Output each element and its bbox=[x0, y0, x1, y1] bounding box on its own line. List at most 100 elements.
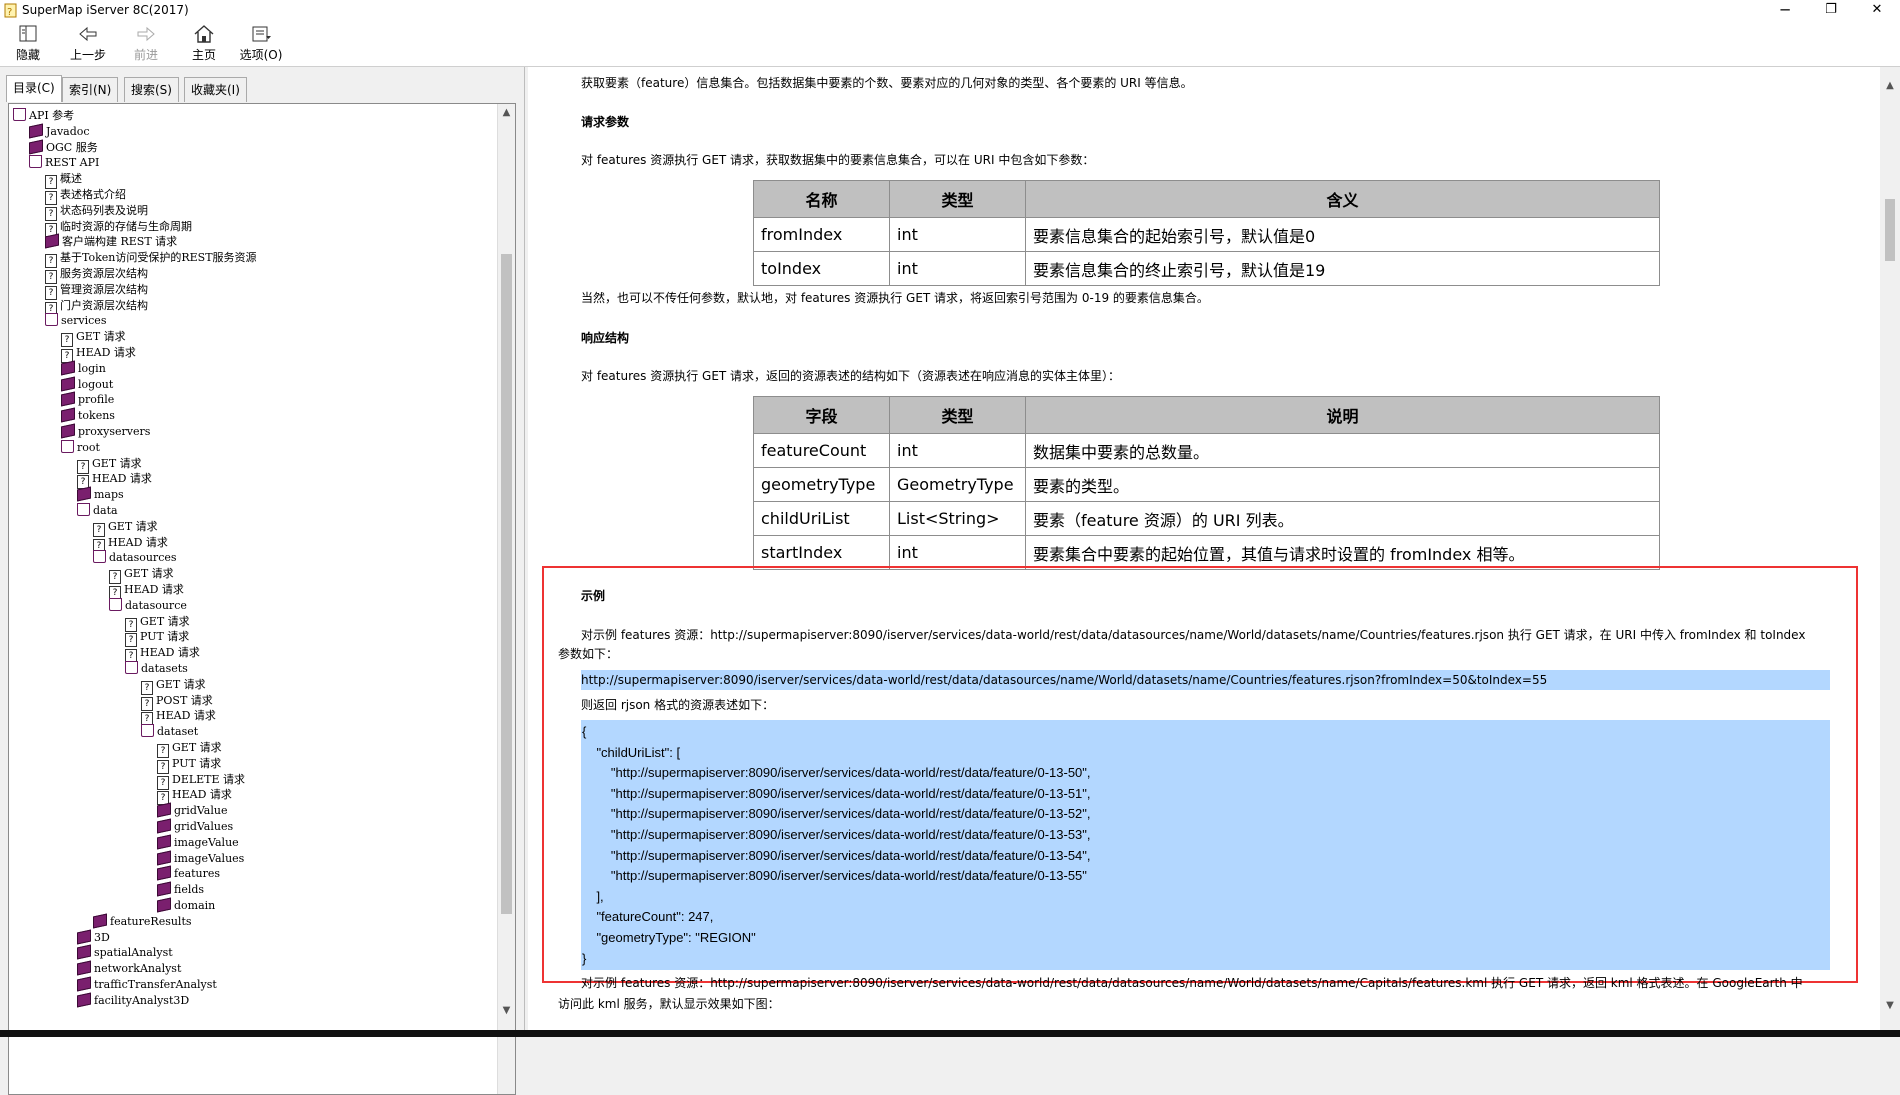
hide-button[interactable]: 隐藏 bbox=[14, 24, 42, 64]
tree-item[interactable]: fields bbox=[157, 881, 204, 897]
tree-item[interactable]: ? HEAD 请求 bbox=[141, 708, 216, 727]
tree-item[interactable]: ? 基于Token访问受保护的REST服务资源 bbox=[45, 250, 257, 269]
table-row: childUriList List<String> 要素（feature 资源）… bbox=[753, 501, 1660, 536]
tree-item[interactable]: ? HEAD 请求 bbox=[61, 345, 136, 363]
minimize-button[interactable]: ─ bbox=[1762, 0, 1808, 22]
forward-label: 前进 bbox=[133, 48, 158, 62]
tree-item[interactable]: ? GET 请求 bbox=[109, 566, 174, 585]
tree-item[interactable]: 3D bbox=[77, 929, 110, 945]
tree-item[interactable]: profile bbox=[61, 391, 114, 407]
tree-item[interactable]: domain bbox=[157, 897, 215, 913]
scroll-up-icon[interactable]: ▲ bbox=[1880, 77, 1900, 95]
tree-item[interactable]: ? GET 请求 bbox=[61, 329, 126, 348]
tree-item[interactable]: ? GET 请求 bbox=[77, 456, 142, 474]
content-scrollbar[interactable]: ▲ ▼ bbox=[1880, 67, 1900, 1037]
tree-item[interactable]: proxyservers bbox=[61, 423, 150, 439]
response-heading: 响应结构 bbox=[581, 331, 630, 345]
scroll-down-icon[interactable]: ▼ bbox=[1880, 997, 1900, 1015]
tree-item[interactable]: datasource bbox=[109, 597, 187, 613]
tree-item[interactable]: API 参考 bbox=[13, 108, 74, 123]
tree-item[interactable]: datasets bbox=[125, 661, 188, 676]
back-button[interactable]: 上一步 bbox=[68, 24, 108, 64]
tree-item[interactable]: root bbox=[61, 439, 100, 455]
tree-item[interactable]: dataset bbox=[141, 724, 198, 739]
table-cell: 要素（feature 资源）的 URI 列表。 bbox=[1025, 501, 1660, 536]
home-icon bbox=[192, 24, 216, 44]
options-label: 选项(O) bbox=[239, 48, 283, 62]
tree-item[interactable]: ? GET 请求 bbox=[125, 614, 190, 632]
tree-item[interactable]: featureResults bbox=[93, 913, 192, 929]
close-button[interactable]: ✕ bbox=[1854, 0, 1900, 22]
tree-item[interactable]: REST API bbox=[29, 155, 99, 170]
tree-item[interactable]: data bbox=[77, 503, 118, 518]
book-icon bbox=[157, 850, 171, 866]
tab-search[interactable]: 搜索(S) bbox=[124, 77, 179, 102]
tab-favorites[interactable]: 收藏夹(I) bbox=[184, 77, 247, 102]
tree-item[interactable]: spatialAnalyst bbox=[77, 944, 173, 960]
tree-scrollbar[interactable]: ▲ ▼ bbox=[497, 104, 515, 1094]
content-scroll-thumb[interactable] bbox=[1885, 199, 1895, 261]
tree-item[interactable]: trafficTransferAnalyst bbox=[77, 976, 217, 992]
tree-item-label: imageValue bbox=[174, 835, 239, 849]
tree-item[interactable]: ? DELETE 请求 bbox=[157, 772, 245, 790]
tree-item[interactable]: ? HEAD 请求 bbox=[157, 787, 232, 806]
tree-item[interactable]: ? HEAD 请求 bbox=[109, 582, 184, 600]
book-icon bbox=[157, 802, 171, 818]
tree-item[interactable]: gridValues bbox=[157, 818, 233, 834]
tree-item[interactable]: ? 状态码列表及说明 bbox=[45, 203, 148, 221]
tree-item[interactable]: ? 临时资源的存储与生命周期 bbox=[45, 219, 192, 237]
tree-item[interactable]: datasources bbox=[93, 550, 177, 565]
tree-item-label: 门户资源层次结构 bbox=[60, 298, 148, 312]
tree-item[interactable]: ? POST 请求 bbox=[141, 693, 213, 711]
tree-item[interactable]: maps bbox=[77, 486, 124, 502]
tree-item[interactable]: ? PUT 请求 bbox=[125, 629, 190, 648]
tree-item-label: PUT 请求 bbox=[140, 630, 190, 644]
annotation-red-box bbox=[542, 566, 1858, 983]
tree-item[interactable]: ? GET 请求 bbox=[141, 677, 206, 695]
tree-item[interactable]: ? HEAD 请求 bbox=[125, 645, 200, 664]
table-cell: List<String> bbox=[889, 501, 1026, 536]
tree-item[interactable]: facilityAnalyst3D bbox=[77, 992, 189, 1008]
open-book-icon bbox=[61, 439, 74, 453]
scroll-down-icon[interactable]: ▼ bbox=[498, 1002, 515, 1019]
tree-item-label: features bbox=[174, 867, 221, 881]
tree-item[interactable]: 客户端构建 REST 请求 bbox=[45, 233, 177, 249]
forward-button[interactable]: 前进 bbox=[132, 24, 160, 64]
tree-item-label: REST API bbox=[45, 156, 100, 170]
scroll-up-icon[interactable]: ▲ bbox=[498, 104, 515, 121]
tab-contents[interactable]: 目录(C) bbox=[6, 75, 62, 102]
tree-item[interactable]: features bbox=[157, 865, 221, 881]
param-table: 名称 类型 含义 fromIndex int 要素信息集合的起始索引号，默认值是… bbox=[753, 180, 1660, 286]
tree-item[interactable]: ? 概述 bbox=[45, 171, 82, 190]
response-desc: 对 features 资源执行 GET 请求，返回的资源表述的结构如下（资源表述… bbox=[581, 369, 1121, 383]
tree-item[interactable]: ? 门户资源层次结构 bbox=[45, 298, 148, 316]
tree-item[interactable]: logout bbox=[61, 376, 113, 392]
options-button[interactable]: 选项(O) bbox=[238, 24, 284, 64]
tree-item[interactable]: ? HEAD 请求 bbox=[77, 471, 152, 490]
tree-item[interactable]: ? 服务资源层次结构 bbox=[45, 266, 148, 284]
tree-item[interactable]: ? HEAD 请求 bbox=[93, 535, 168, 553]
tree-item[interactable]: login bbox=[61, 360, 106, 376]
tree-item[interactable]: ? 管理资源层次结构 bbox=[45, 282, 148, 300]
tree-item-label: HEAD 请求 bbox=[140, 646, 200, 660]
book-icon bbox=[77, 976, 91, 992]
tree-item[interactable]: networkAnalyst bbox=[77, 960, 182, 976]
col-header: 名称 bbox=[753, 180, 890, 218]
tab-index[interactable]: 索引(N) bbox=[62, 77, 119, 102]
tree-item[interactable]: tokens bbox=[61, 407, 115, 423]
tree-item[interactable]: ? 表述格式介绍 bbox=[45, 187, 126, 205]
tree-item[interactable]: services bbox=[45, 313, 106, 328]
home-button[interactable]: 主页 bbox=[190, 24, 218, 64]
restore-button[interactable]: ❐ bbox=[1808, 0, 1854, 22]
tree-item[interactable]: imageValues bbox=[157, 850, 244, 866]
tree-item[interactable]: OGC 服务 bbox=[29, 139, 98, 155]
tree-item[interactable]: ? GET 请求 bbox=[157, 740, 222, 758]
tree-item[interactable]: Javadoc bbox=[29, 123, 90, 139]
tree-scroll-thumb[interactable] bbox=[501, 254, 512, 914]
tree-item[interactable]: ? PUT 请求 bbox=[157, 756, 221, 774]
table-row: startIndex int 要素集合中要素的起始位置，其值与请求时设置的 fr… bbox=[753, 535, 1660, 570]
tree-item[interactable]: imageValue bbox=[157, 834, 239, 850]
tree-item[interactable]: ? GET 请求 bbox=[93, 519, 158, 537]
tree-item-label: networkAnalyst bbox=[94, 962, 182, 976]
tree-item[interactable]: gridValue bbox=[157, 802, 227, 818]
